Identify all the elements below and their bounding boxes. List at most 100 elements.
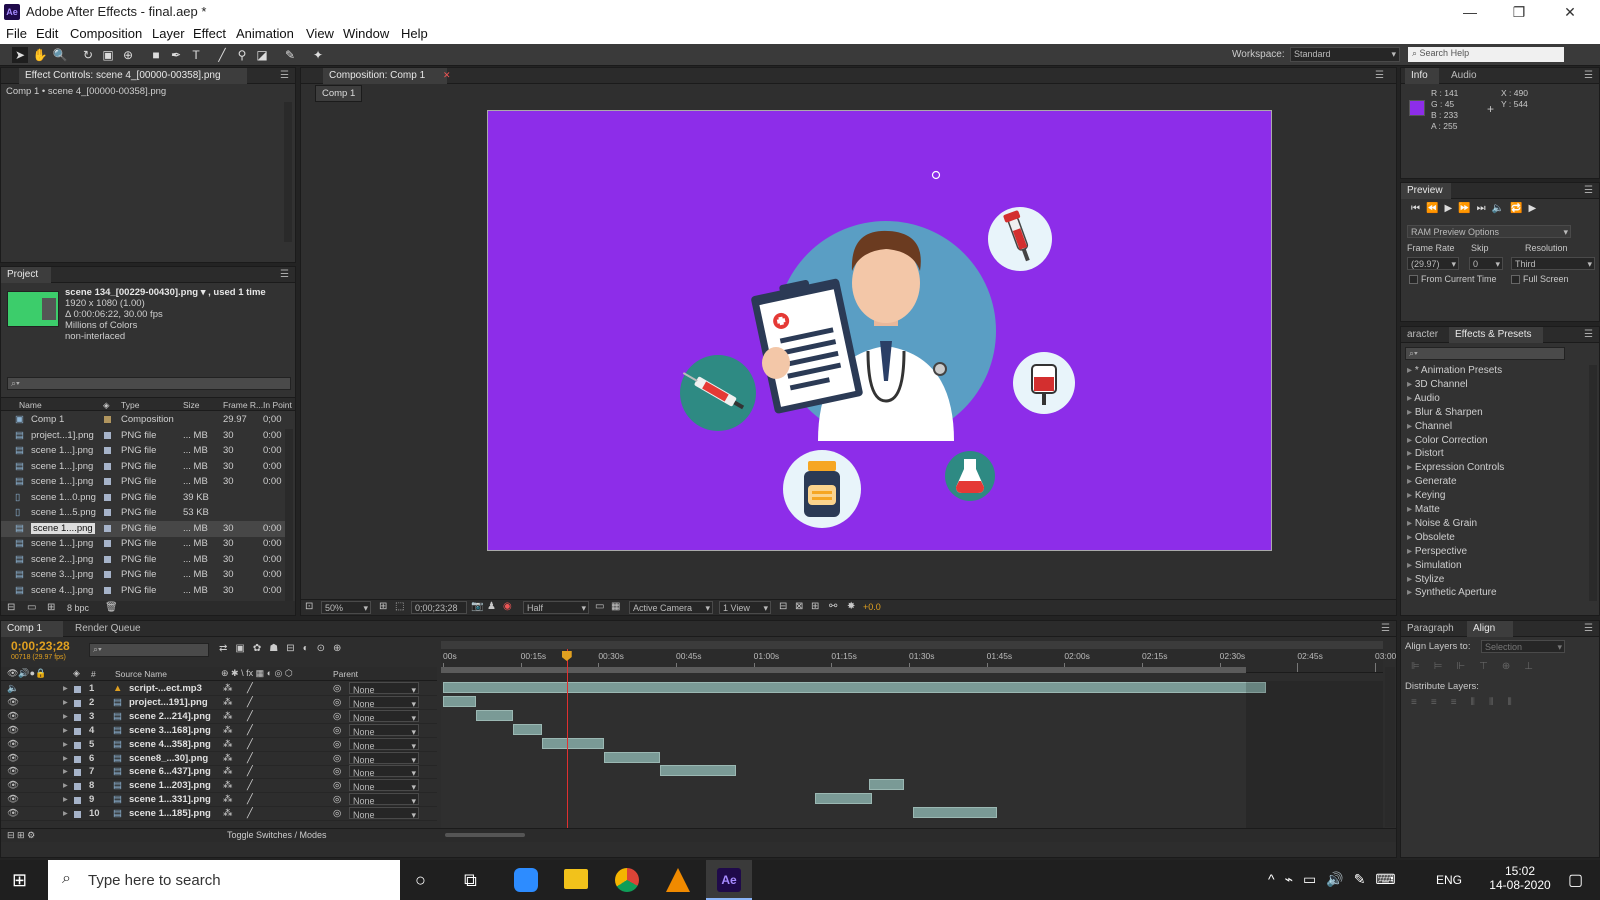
col-name[interactable]: Name <box>19 400 42 410</box>
taskbar-search-input[interactable]: ⌕ Type here to search <box>48 860 400 900</box>
clone-stamp-tool-icon[interactable]: ⚲ <box>234 47 250 63</box>
label-swatch[interactable] <box>74 713 81 721</box>
expand-triangle-icon[interactable]: ▸ <box>1407 560 1412 571</box>
expand-triangle-icon[interactable]: ▸ <box>1407 435 1412 446</box>
menu-help[interactable]: Help <box>401 26 428 41</box>
menu-window[interactable]: Window <box>343 26 389 41</box>
expand-triangle-icon[interactable]: ▸ <box>63 808 68 819</box>
layer-duration-bar[interactable] <box>541 737 604 749</box>
visibility-eye-icon[interactable]: 👁 <box>7 711 19 722</box>
visibility-eye-icon[interactable]: 👁 <box>7 753 19 764</box>
audio-icon[interactable]: 🔈 <box>7 683 19 694</box>
layer-duration-bar[interactable] <box>815 793 872 805</box>
label-swatch[interactable] <box>74 686 81 693</box>
visibility-eye-icon[interactable]: 👁 <box>7 725 19 736</box>
camera-tool-icon[interactable]: ▣ <box>100 47 116 63</box>
expand-triangle-icon[interactable]: ▸ <box>63 766 68 777</box>
layer-duration-bar[interactable] <box>476 709 513 721</box>
collapse-switch-icon[interactable]: ⁂ <box>223 808 233 819</box>
effect-category[interactable]: ▸ Generate <box>1407 476 1457 487</box>
exposure-reset-icon[interactable]: ✸ <box>847 601 855 612</box>
label-swatch[interactable] <box>104 586 111 594</box>
draft-3d-icon[interactable]: ✿ <box>253 643 269 654</box>
tab-audio[interactable]: Audio <box>1445 68 1485 84</box>
tab-effects-presets[interactable]: Effects & Presets <box>1449 327 1543 343</box>
effect-category[interactable]: ▸ 3D Channel <box>1407 379 1468 390</box>
transparency-grid-icon[interactable]: ▦ <box>611 601 620 612</box>
comp-viewer-canvas[interactable] <box>487 110 1272 551</box>
snapshot-icon[interactable]: 📷 <box>471 601 483 612</box>
rectangle-tool-icon[interactable]: ■ <box>148 47 164 63</box>
collapse-switch-icon[interactable]: ⁂ <box>223 739 233 750</box>
collapse-switch-icon[interactable]: ⁂ <box>223 753 233 764</box>
layer-duration-bar[interactable] <box>512 723 542 735</box>
project-item[interactable]: ▤ scene 1...].png PNG file ... MB 30 0:0… <box>1 536 285 552</box>
language-indicator[interactable]: ENG <box>1436 873 1462 887</box>
label-swatch[interactable] <box>104 447 111 454</box>
label-swatch[interactable] <box>74 699 81 707</box>
expand-triangle-icon[interactable]: ▸ <box>1407 448 1412 459</box>
graph-editor-icon[interactable]: ⊕ <box>333 643 349 654</box>
effect-category[interactable]: ▸ Distort <box>1407 448 1444 459</box>
bpc-label[interactable]: 8 bpc <box>67 603 89 613</box>
panel-menu-icon[interactable]: ☰ <box>1584 623 1593 634</box>
minimize-button[interactable]: — <box>1447 2 1493 22</box>
expand-triangle-icon[interactable]: ▸ <box>1407 532 1412 543</box>
effects-search-input[interactable]: ⌕▾ <box>1405 347 1565 360</box>
layer-row[interactable]: 👁 ▸ 2 ▤ project...191].png ⁂ ╱ ◎ None ▾ <box>1 695 437 710</box>
expand-triangle-icon[interactable]: ▸ <box>1407 393 1412 404</box>
camera-dropdown[interactable]: Active Camera ▾ <box>629 601 713 614</box>
current-time-indicator[interactable] <box>561 649 572 829</box>
full-screen-checkbox[interactable] <box>1511 275 1520 284</box>
frame-rate-dropdown[interactable]: (29.97) ▾ <box>1407 257 1459 270</box>
effect-category[interactable]: ▸ Simulation <box>1407 560 1462 571</box>
ram-preview-options-dropdown[interactable]: RAM Preview Options ▾ <box>1407 225 1571 238</box>
expand-triangle-icon[interactable]: ▸ <box>1407 490 1412 501</box>
quality-switch-icon[interactable]: ╱ <box>247 697 253 708</box>
expand-triangle-icon[interactable]: ▸ <box>1407 365 1412 376</box>
title-action-safe-icon[interactable]: ⊞ <box>379 601 387 612</box>
align-top-icon[interactable]: ⊤ <box>1479 661 1502 672</box>
new-composition-icon[interactable]: ⊞ <box>47 602 55 613</box>
live-update-icon[interactable]: ▣ <box>235 643 252 654</box>
pickwhip-icon[interactable]: ◎ <box>333 711 341 722</box>
layer-duration-bar[interactable] <box>443 695 477 707</box>
label-swatch[interactable] <box>74 741 81 749</box>
volume-icon[interactable]: 🔊 <box>1326 871 1353 887</box>
expand-triangle-icon[interactable]: ▸ <box>63 683 68 694</box>
region-of-interest-icon[interactable]: ▭ <box>595 601 604 612</box>
zoom-app-icon[interactable] <box>514 868 538 892</box>
parent-dropdown[interactable]: None ▾ <box>349 793 419 806</box>
toggle-pixel-aspect-icon[interactable]: ⊟ <box>779 601 787 612</box>
parent-dropdown[interactable]: None ▾ <box>349 723 419 737</box>
first-frame-icon[interactable]: ⏮ <box>1411 203 1426 214</box>
panel-menu-icon[interactable]: ☰ <box>1584 70 1593 81</box>
collapse-switch-icon[interactable]: ⁂ <box>223 794 233 805</box>
project-item[interactable]: ▤ scene 2...].png PNG file ... MB 30 0:0… <box>1 552 285 568</box>
new-folder-icon[interactable]: ▭ <box>27 602 36 613</box>
layer-row[interactable]: 👁 ▸ 4 ▤ scene 3...168].png ⁂ ╱ ◎ None ▾ <box>1 723 437 738</box>
expand-triangle-icon[interactable]: ▸ <box>63 697 68 708</box>
pickwhip-icon[interactable]: ◎ <box>333 683 341 694</box>
quality-switch-icon[interactable]: ╱ <box>247 725 253 736</box>
project-item[interactable]: ▤ scene 3...].png PNG file ... MB 30 0:0… <box>1 567 285 583</box>
skip-dropdown[interactable]: 0 ▾ <box>1469 257 1503 270</box>
distribute-vcenter-icon[interactable]: ≡ <box>1431 697 1451 708</box>
expand-triangle-icon[interactable]: ▸ <box>1407 587 1412 598</box>
distribute-left-icon[interactable]: ⦀ <box>1471 697 1489 708</box>
clock[interactable]: 15:02 14-08-2020 <box>1488 864 1552 892</box>
collapse-switch-icon[interactable]: ⁂ <box>223 766 233 777</box>
mute-icon[interactable]: 🔈 <box>1492 203 1510 214</box>
tab-info[interactable]: Info <box>1405 68 1439 84</box>
label-swatch[interactable] <box>74 783 81 791</box>
timeline-scrollbar[interactable] <box>1385 667 1395 827</box>
menu-effect[interactable]: Effect <box>193 26 226 41</box>
effect-category[interactable]: ▸ Stylize <box>1407 574 1444 585</box>
panel-menu-icon[interactable]: ☰ <box>1584 185 1593 196</box>
parent-dropdown[interactable]: None ▾ <box>349 751 419 765</box>
timeline-icon[interactable]: ⊞ <box>811 601 819 612</box>
label-column-icon[interactable]: ◈ <box>73 668 80 679</box>
flowchart-icon[interactable]: ⚯ <box>829 601 837 612</box>
expand-triangle-icon[interactable]: ▸ <box>1407 504 1412 515</box>
rotation-tool-icon[interactable]: ↻ <box>80 47 96 63</box>
